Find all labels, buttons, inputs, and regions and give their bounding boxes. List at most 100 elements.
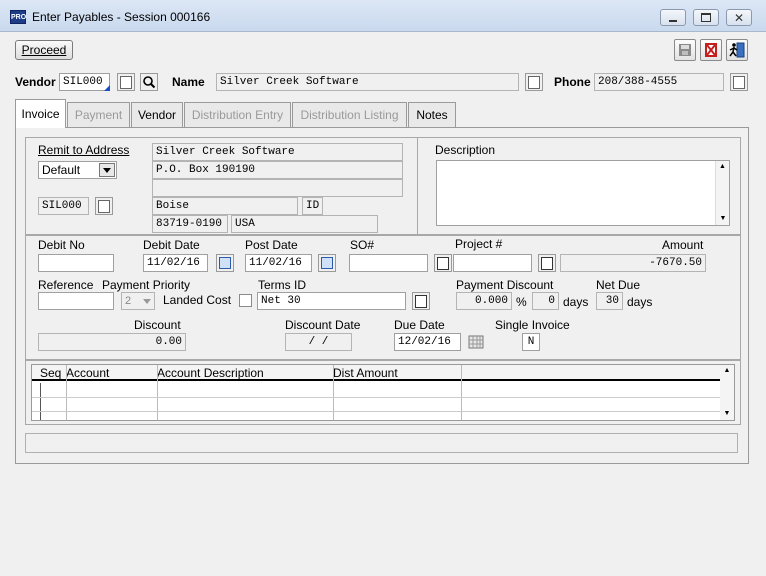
vendor-maintenance-button[interactable] (117, 73, 135, 91)
document-icon (528, 75, 540, 89)
due-date-calendar-button[interactable] (467, 333, 485, 351)
delete-button[interactable] (700, 39, 722, 61)
proceed-label: Proceed (21, 43, 67, 57)
document-icon (120, 75, 132, 89)
state-field: ID (302, 197, 323, 215)
title-bar: PRO Enter Payables - Session 000166 ✕ (0, 0, 766, 32)
exit-door-icon (729, 42, 745, 58)
table-row[interactable] (32, 411, 720, 412)
description-textarea[interactable]: ▲ ▼ (436, 160, 730, 226)
grid-column-divider (40, 383, 41, 420)
delete-icon (705, 43, 717, 57)
close-button[interactable]: ✕ (726, 9, 752, 26)
search-icon (143, 76, 156, 89)
terms-id-input[interactable]: Net 30 (257, 292, 406, 310)
grid-scrollbar[interactable]: ▲ ▼ (720, 365, 734, 420)
post-date-label: Post Date (245, 238, 298, 252)
minimize-button[interactable] (660, 9, 686, 26)
so-lookup-button[interactable] (434, 254, 452, 272)
address-line-2: P.O. Box 190190 (152, 161, 403, 179)
document-icon (437, 256, 449, 270)
tab-notes[interactable]: Notes (408, 102, 456, 127)
amount-label: Amount (662, 238, 704, 252)
scroll-up-icon[interactable]: ▲ (720, 365, 734, 377)
discount-days-label: days (563, 295, 589, 309)
scroll-down-icon[interactable]: ▼ (720, 408, 734, 420)
net-due-days-field: 30 (596, 292, 623, 310)
project-label: Project # (455, 237, 503, 251)
tab-label: Invoice (21, 107, 60, 121)
net-due-days-label: days (627, 295, 653, 309)
terms-lookup-button[interactable] (412, 292, 430, 310)
scroll-up-icon[interactable]: ▲ (716, 161, 729, 173)
document-icon (541, 256, 553, 270)
calendar-icon (468, 335, 484, 349)
exit-button[interactable] (726, 39, 748, 61)
description-label: Description (435, 143, 496, 157)
phone-label: Phone (554, 75, 591, 89)
landed-cost-checkbox[interactable] (239, 294, 252, 307)
chevron-down-icon[interactable] (99, 163, 115, 177)
due-date-label: Due Date (394, 318, 445, 332)
vendor-search-button[interactable] (140, 73, 158, 91)
tab-vendor[interactable]: Vendor (131, 102, 183, 127)
remit-code-field: SIL000 (38, 197, 89, 215)
post-date-calendar-button[interactable] (318, 254, 336, 272)
proceed-button[interactable]: Proceed (15, 40, 73, 60)
tab-payment[interactable]: Payment (67, 102, 130, 127)
payment-priority-label: Payment Priority (102, 278, 191, 292)
reference-input[interactable] (38, 292, 114, 310)
discount-date-field: / / (285, 333, 352, 351)
so-input[interactable] (349, 254, 428, 272)
maximize-button[interactable] (693, 9, 719, 26)
remit-to-label: Remit to Address (38, 143, 130, 157)
group-divider (417, 137, 418, 235)
vendor-input[interactable]: SIL000 (59, 73, 110, 91)
distribution-grid: Seq Account Account Description Dist Amo… (31, 364, 735, 421)
close-icon: ✕ (733, 10, 745, 25)
name-label: Name (172, 75, 205, 89)
remit-select[interactable]: Default (38, 161, 117, 179)
save-button[interactable] (674, 39, 696, 61)
tab-distribution-listing[interactable]: Distribution Listing (292, 102, 407, 127)
debit-date-input[interactable]: 11/02/16 (143, 254, 208, 272)
debit-date-label: Debit Date (143, 238, 200, 252)
due-date-input[interactable]: 12/02/16 (394, 333, 461, 351)
name-field: Silver Creek Software (216, 73, 519, 91)
column-header-account-description: Account Description (157, 366, 264, 380)
discount-field: 0.00 (38, 333, 186, 351)
vendor-lookup-indicator-icon (104, 85, 110, 91)
table-row[interactable] (32, 397, 720, 398)
chevron-down-icon[interactable] (141, 294, 153, 308)
description-scrollbar[interactable]: ▲ ▼ (715, 161, 729, 225)
app-logo-icon: PRO (10, 10, 26, 24)
phone-memo-button[interactable] (730, 73, 748, 91)
discount-date-label: Discount Date (285, 318, 361, 332)
debit-date-calendar-button[interactable] (216, 254, 234, 272)
address-line-3 (152, 179, 403, 197)
save-icon (679, 44, 691, 56)
debit-no-input[interactable] (38, 254, 114, 272)
remit-memo-button[interactable] (95, 197, 113, 215)
payment-discount-field: 0.000 (456, 292, 512, 310)
tab-label: Distribution Listing (300, 108, 399, 122)
address-line-1: Silver Creek Software (152, 143, 403, 161)
tab-invoice[interactable]: Invoice (15, 99, 66, 128)
post-date-input[interactable]: 11/02/16 (245, 254, 312, 272)
discount-days-field: 0 (532, 292, 559, 310)
vendor-label: Vendor (15, 75, 56, 89)
document-icon (98, 199, 110, 213)
project-lookup-button[interactable] (538, 254, 556, 272)
so-label: SO# (350, 238, 375, 252)
single-invoice-input[interactable]: N (522, 333, 540, 351)
scroll-down-icon[interactable]: ▼ (716, 213, 730, 225)
city-field: Boise (152, 197, 298, 215)
remit-select-value: Default (42, 163, 81, 177)
tab-distribution-entry[interactable]: Distribution Entry (184, 102, 291, 127)
phone-field: 208/388-4555 (594, 73, 724, 91)
payment-priority-select[interactable]: 2 (121, 292, 155, 310)
project-input[interactable] (453, 254, 532, 272)
single-invoice-label: Single Invoice (495, 318, 570, 332)
tab-label: Vendor (137, 108, 177, 122)
name-memo-button[interactable] (525, 73, 543, 91)
